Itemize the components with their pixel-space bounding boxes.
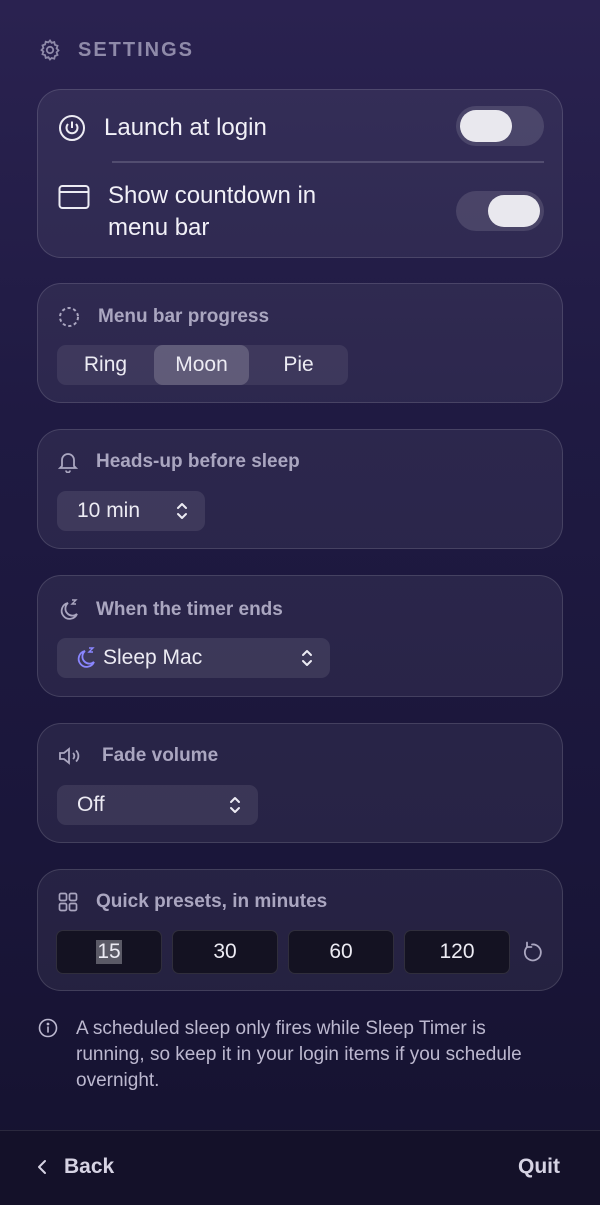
segment-moon[interactable]: Moon bbox=[154, 345, 249, 385]
segment-ring[interactable]: Ring bbox=[57, 345, 154, 385]
launch-at-login-label: Launch at login bbox=[104, 114, 267, 141]
timer-end-card: When the timer ends Sleep Mac bbox=[37, 575, 563, 697]
info-icon bbox=[38, 1018, 58, 1094]
quick-presets-card: Quick presets, in minutes 15 30 60 120 bbox=[37, 869, 563, 991]
fade-volume-select[interactable]: Off bbox=[57, 785, 258, 825]
show-countdown-label-line2: menu bar bbox=[108, 214, 210, 241]
info-note: A scheduled sleep only fires while Sleep… bbox=[38, 1016, 558, 1094]
fade-volume-label: Fade volume bbox=[102, 745, 219, 766]
general-card: Launch at login Show countdown in menu b… bbox=[37, 89, 563, 258]
timer-end-value: Sleep Mac bbox=[103, 646, 203, 669]
chevron-updown-icon bbox=[228, 795, 242, 815]
power-icon bbox=[58, 114, 86, 142]
page-title: SETTINGS bbox=[78, 38, 195, 61]
divider bbox=[112, 161, 544, 163]
menu-bar-progress-label: Menu bar progress bbox=[98, 306, 270, 327]
bell-icon bbox=[58, 451, 78, 473]
preset-input-3[interactable]: 60 bbox=[288, 930, 394, 974]
toggle-knob bbox=[488, 195, 540, 227]
footer-bar: Back Quit bbox=[0, 1130, 600, 1205]
grid-icon bbox=[58, 892, 78, 912]
gear-icon bbox=[38, 38, 62, 62]
chevron-updown-icon bbox=[300, 648, 314, 668]
preset-input-2[interactable]: 30 bbox=[172, 930, 278, 974]
reset-icon[interactable] bbox=[521, 940, 545, 964]
moon-zzz-icon bbox=[75, 646, 97, 670]
show-countdown-toggle[interactable] bbox=[456, 191, 544, 231]
preset-input-4[interactable]: 120 bbox=[404, 930, 510, 974]
preset-value: 120 bbox=[439, 940, 475, 963]
quit-button[interactable]: Quit bbox=[518, 1155, 560, 1179]
preset-input-1[interactable]: 15 bbox=[56, 930, 162, 974]
show-countdown-label: Show countdown in bbox=[108, 182, 317, 209]
chevron-updown-icon bbox=[175, 501, 189, 521]
info-note-text: A scheduled sleep only fires while Sleep… bbox=[76, 1018, 522, 1091]
window-icon bbox=[58, 184, 90, 210]
speaker-icon bbox=[58, 746, 84, 766]
preset-value: 15 bbox=[96, 940, 122, 964]
settings-header: SETTINGS bbox=[38, 36, 194, 64]
toggle-knob bbox=[460, 110, 512, 142]
heads-up-label: Heads-up before sleep bbox=[96, 451, 300, 472]
fade-volume-card: Fade volume Off bbox=[37, 723, 563, 843]
preset-value: 30 bbox=[213, 940, 237, 963]
back-button[interactable]: Back bbox=[36, 1155, 114, 1179]
timer-end-select[interactable]: Sleep Mac bbox=[57, 638, 330, 678]
quit-label: Quit bbox=[518, 1155, 560, 1178]
preset-value: 60 bbox=[329, 940, 353, 963]
launch-at-login-toggle[interactable] bbox=[456, 106, 544, 146]
quick-presets-label: Quick presets, in minutes bbox=[96, 891, 328, 912]
segment-pie[interactable]: Pie bbox=[249, 345, 348, 385]
moon-zzz-icon bbox=[58, 598, 80, 622]
chevron-left-icon bbox=[36, 1158, 48, 1176]
heads-up-card: Heads-up before sleep 10 min bbox=[37, 429, 563, 549]
heads-up-value: 10 min bbox=[77, 499, 141, 522]
dashed-circle-icon bbox=[58, 306, 80, 328]
timer-end-label: When the timer ends bbox=[96, 599, 283, 620]
heads-up-select[interactable]: 10 min bbox=[57, 491, 205, 531]
progress-style-segmented-control: Ring Moon Pie bbox=[57, 345, 348, 385]
menu-bar-progress-card: Menu bar progress Ring Moon Pie bbox=[37, 283, 563, 403]
fade-volume-value: Off bbox=[77, 793, 105, 816]
back-label: Back bbox=[64, 1155, 115, 1178]
